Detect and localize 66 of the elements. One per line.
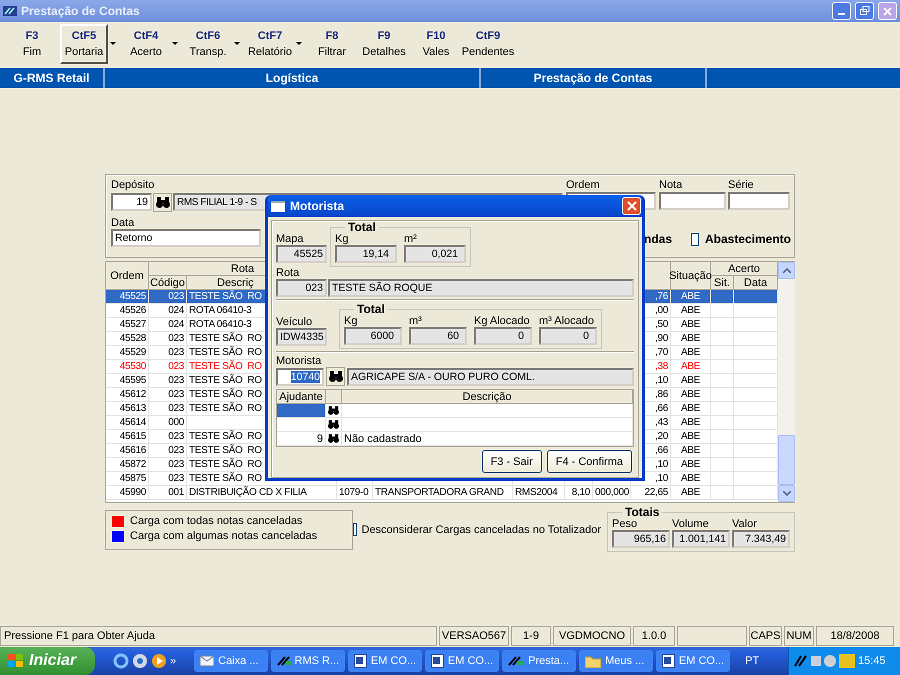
rota-code-field: 023 (276, 279, 327, 297)
group-title: Total (357, 303, 386, 315)
status-cell: 1.0.0 (633, 626, 675, 646)
column-header: Ajudante (277, 390, 326, 404)
option-label: ndas (644, 232, 672, 246)
field-label: Veículo (276, 316, 314, 328)
status-cell: 18/8/2008 (816, 626, 894, 646)
field-label: m² (404, 233, 418, 245)
field-label: Mapa (276, 233, 305, 245)
total-field: 7.343,49 (732, 530, 790, 548)
checkbox-label: Abastecimento (704, 232, 791, 246)
legend-label: Carga com todas notas canceladas (130, 515, 302, 527)
veiculo-field: IDW4335 (276, 328, 327, 346)
status-cell: NUM (784, 626, 814, 646)
table-cell: 22,65 (631, 486, 671, 500)
field-label: Ordem (566, 179, 601, 192)
total-field: 0,021 (404, 245, 466, 263)
table-cell: TRANSPORTADORA GRAND (373, 486, 513, 500)
status-cell: Pressione F1 para Obter Ajuda (0, 626, 437, 646)
table-cell: DISTRIBUIÇÃO CD X FILIA (187, 486, 337, 500)
module-header-label: Logística (105, 68, 481, 88)
legend-label: Carga com algumas notas canceladas (130, 530, 318, 542)
field-label: Peso (612, 518, 638, 530)
status-cell: 1-9 (511, 626, 551, 646)
total-field: 965,16 (612, 530, 670, 548)
total-field: 0 (539, 327, 597, 345)
field-label: Kg (335, 233, 350, 245)
total-field: 1.001,141 (672, 530, 730, 548)
field-label: m³ Alocado (539, 315, 596, 327)
total-field: 6000 (344, 327, 402, 345)
window-title: Prestação de Contas (21, 4, 141, 18)
table-cell: Não cadastrado (342, 432, 633, 446)
status-cell: VERSAO567 (439, 626, 509, 646)
field-label: Volume (672, 518, 710, 530)
field-label: Kg Alocado (474, 315, 531, 327)
mapa-field: 45525 (276, 245, 327, 263)
rota-name-field: TESTE SÃO ROQUE (328, 279, 634, 297)
field-label: Kg (344, 315, 358, 327)
checkbox-label: Desconsiderar Cargas canceladas no Totalizador (362, 524, 601, 536)
total-field: 19,14 (335, 245, 397, 263)
field-label: Nota (659, 179, 684, 192)
field-label: Depósito (111, 179, 156, 192)
status-cell: CAPS (749, 626, 782, 646)
motorista-name-field: AGRICAPE S/A - OURO PURO COML. (347, 368, 634, 386)
group-title: Totais (624, 506, 660, 518)
table-cell: 000,000 (593, 486, 631, 500)
status-cell: VGDMOCNO (553, 626, 631, 646)
table-cell: RMS2004 (513, 486, 565, 500)
table-cell: ABE (671, 486, 711, 500)
field-label: Data (111, 217, 134, 229)
table-cell: 1079-0 (337, 486, 373, 500)
clock: 15:45 (858, 655, 886, 667)
module-header-label: G-RMS Retail (0, 68, 105, 88)
table-cell: 001 (149, 486, 187, 500)
table-cell: 8,10 (565, 486, 593, 500)
dialog-title: Motorista (290, 199, 346, 213)
total-field: 0 (474, 327, 532, 345)
field-label: m³ (409, 315, 423, 327)
field-label: Valor (732, 518, 758, 530)
column-header: Descrição (342, 390, 633, 404)
field-label: Série (728, 179, 755, 192)
module-header-label: Prestação de Contas (481, 68, 707, 88)
field-label: Rota (276, 267, 300, 279)
total-field: 60 (409, 327, 467, 345)
group-title: Total (348, 221, 377, 233)
table-cell: 45990 (106, 486, 149, 500)
